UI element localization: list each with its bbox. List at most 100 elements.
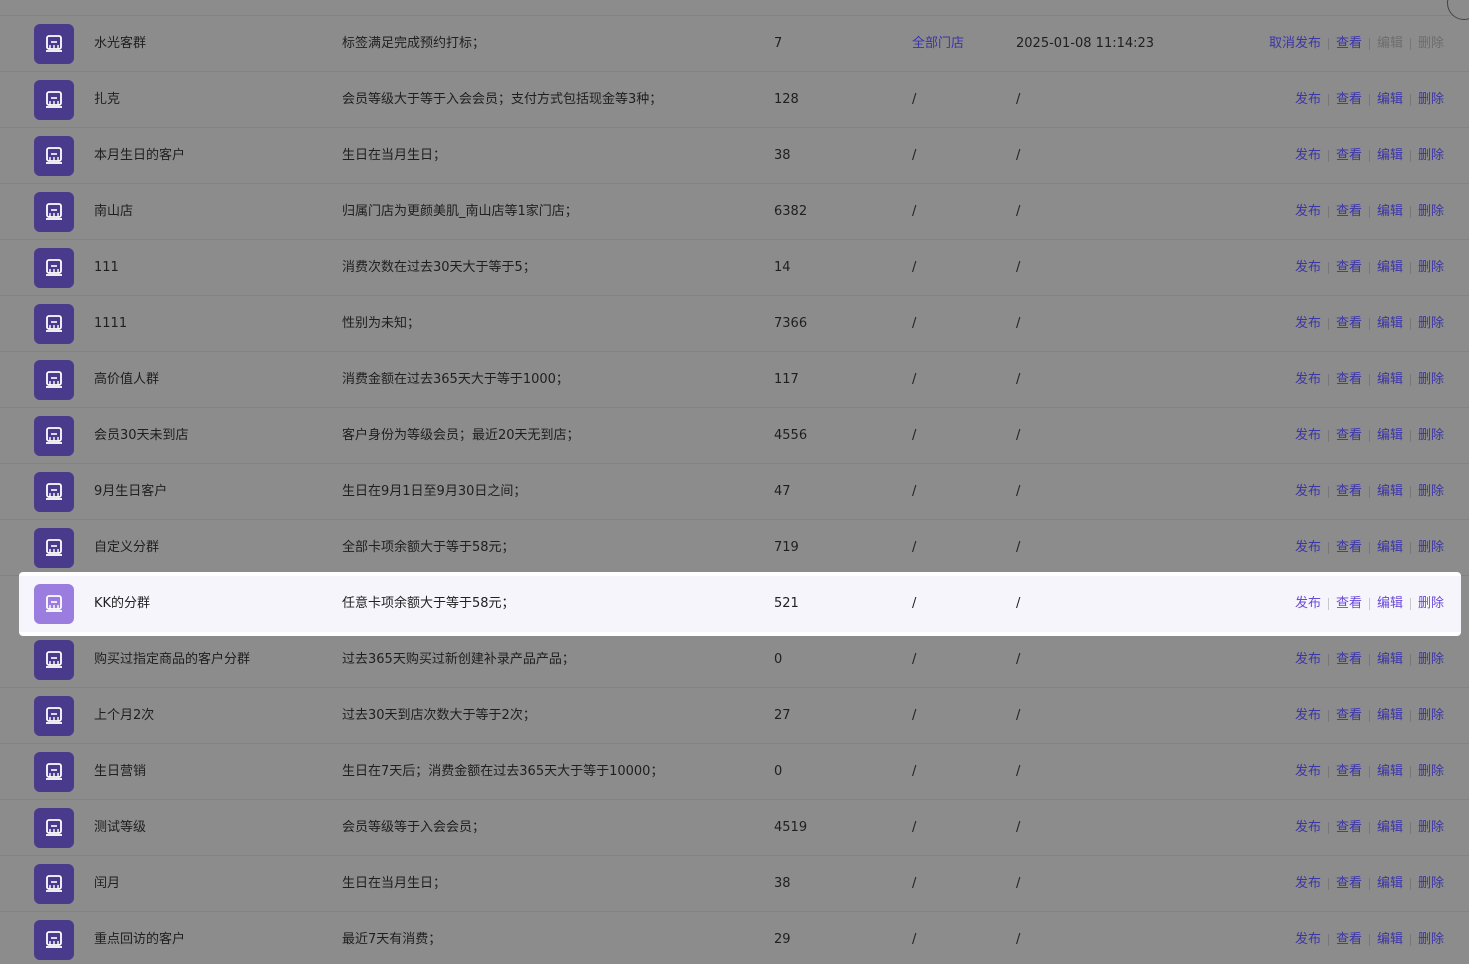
edit-button[interactable]: 编辑 [1377,539,1403,557]
delete-button[interactable]: 删除 [1418,371,1444,389]
table-row: 生日营销 生日在7天后；消费金额在过去365天大于等于10000； 0 / / 发布 查看编… [0,744,1469,800]
row-actions: 发布 查看 编辑 删除 [1295,91,1444,109]
publish-button[interactable]: 发布 [1295,147,1321,165]
delete-button[interactable]: 删除 [1418,259,1444,277]
view-button[interactable]: 查看 [1336,875,1362,893]
group-publish-time: / [1016,820,1021,835]
edit-button[interactable]: 编辑 [1377,427,1403,445]
delete-button[interactable]: 删除 [1418,707,1444,725]
group-condition: 生日在9月1日至9月30日之间； [342,484,527,499]
edit-button[interactable]: 编辑 [1377,147,1403,165]
edit-button[interactable]: 编辑 [1377,259,1403,277]
view-button[interactable]: 查看 [1336,539,1362,557]
view-button[interactable]: 查看 [1336,595,1362,613]
delete-button[interactable]: 删除 [1418,483,1444,501]
edit-button[interactable]: 编辑 [1377,315,1403,333]
edit-button[interactable]: 编辑 [1377,763,1403,781]
edit-button[interactable]: 编辑 [1377,595,1403,613]
delete-button[interactable]: 删除 [1418,147,1444,165]
divider [1409,150,1411,162]
view-button[interactable]: 查看 [1336,35,1362,53]
delete-button[interactable]: 删除 [1418,651,1444,669]
publish-button[interactable]: 发布 [1295,595,1321,613]
group-store: / [912,708,917,723]
view-button[interactable]: 查看 [1336,707,1362,725]
view-button[interactable]: 查看 [1336,427,1362,445]
group-name: 扎克 [94,92,121,107]
view-button[interactable]: 查看 [1336,819,1362,837]
publish-button[interactable]: 发布 [1295,203,1321,221]
publish-button[interactable]: 发布 [1295,707,1321,725]
group-card-icon [34,640,74,680]
publish-button[interactable]: 发布 [1295,539,1321,557]
delete-button[interactable]: 删除 [1418,819,1444,837]
edit-button[interactable]: 编辑 [1377,91,1403,109]
edit-button[interactable]: 编辑 [1377,203,1403,221]
view-button[interactable]: 查看 [1336,315,1362,333]
view-button[interactable]: 查看 [1336,651,1362,669]
group-publish-time: / [1016,372,1021,387]
edit-button[interactable]: 编辑 [1377,707,1403,725]
divider [1368,38,1370,50]
publish-button[interactable]: 发布 [1295,483,1321,501]
divider [1368,318,1370,330]
edit-button[interactable]: 编辑 [1377,483,1403,501]
publish-button[interactable]: 发布 [1295,259,1321,277]
group-count: 4556 [774,428,808,443]
delete-button[interactable]: 删除 [1418,35,1444,53]
group-name: 会员30天未到店 [94,428,189,443]
publish-button[interactable]: 发布 [1295,315,1321,333]
view-button[interactable]: 查看 [1336,147,1362,165]
publish-button[interactable]: 发布 [1295,763,1321,781]
table-row: 会员30天未到店 客户身份为等级会员；最近20天无到店； 4556 / / 发布 查看 编辑删… [0,408,1469,464]
divider [1409,822,1411,834]
unpublish-button[interactable]: 取消发布 [1269,35,1321,53]
publish-button[interactable]: 发布 [1295,819,1321,837]
group-condition: 生日在当月生日； [342,876,447,891]
divider [1368,206,1370,218]
publish-button[interactable]: 发布 [1295,651,1321,669]
group-publish-time: / [1016,92,1021,107]
row-actions: 取消发布 查看 编辑 删除 [1269,35,1444,53]
view-button[interactable]: 查看 [1336,483,1362,501]
group-count: 719 [774,540,799,555]
edit-button[interactable]: 编辑 [1377,35,1403,53]
view-button[interactable]: 查看 [1336,371,1362,389]
publish-button[interactable]: 发布 [1295,371,1321,389]
edit-button[interactable]: 编辑 [1377,371,1403,389]
edit-button[interactable]: 编辑 [1377,931,1403,949]
publish-button[interactable]: 发布 [1295,91,1321,109]
view-button[interactable]: 查看 [1336,259,1362,277]
row-actions: 发布 查看 编辑 删除 [1295,147,1444,165]
delete-button[interactable]: 删除 [1418,595,1444,613]
divider [1368,542,1370,554]
delete-button[interactable]: 删除 [1418,875,1444,893]
edit-button[interactable]: 编辑 [1377,875,1403,893]
delete-button[interactable]: 删除 [1418,931,1444,949]
group-count: 7 [774,36,783,51]
delete-button[interactable]: 删除 [1418,427,1444,445]
edit-button[interactable]: 编辑 [1377,819,1403,837]
group-publish-time: / [1016,316,1021,331]
delete-button[interactable]: 删除 [1418,539,1444,557]
view-button[interactable]: 查看 [1336,931,1362,949]
group-store: / [912,204,917,219]
group-card-icon [34,304,74,344]
view-button[interactable]: 查看 [1336,91,1362,109]
group-store[interactable]: 全部门店 [912,35,964,53]
group-store: / [912,652,917,667]
delete-button[interactable]: 删除 [1418,91,1444,109]
delete-button[interactable]: 删除 [1418,315,1444,333]
group-card-icon [34,696,74,736]
group-name: 重点回访的客户 [94,932,186,947]
view-button[interactable]: 查看 [1336,763,1362,781]
delete-button[interactable]: 删除 [1418,203,1444,221]
row-actions: 发布 查看 编辑 删除 [1295,203,1444,221]
publish-button[interactable]: 发布 [1295,875,1321,893]
view-button[interactable]: 查看 [1336,203,1362,221]
group-count: 0 [774,764,783,779]
delete-button[interactable]: 删除 [1418,763,1444,781]
edit-button[interactable]: 编辑 [1377,651,1403,669]
publish-button[interactable]: 发布 [1295,931,1321,949]
publish-button[interactable]: 发布 [1295,427,1321,445]
